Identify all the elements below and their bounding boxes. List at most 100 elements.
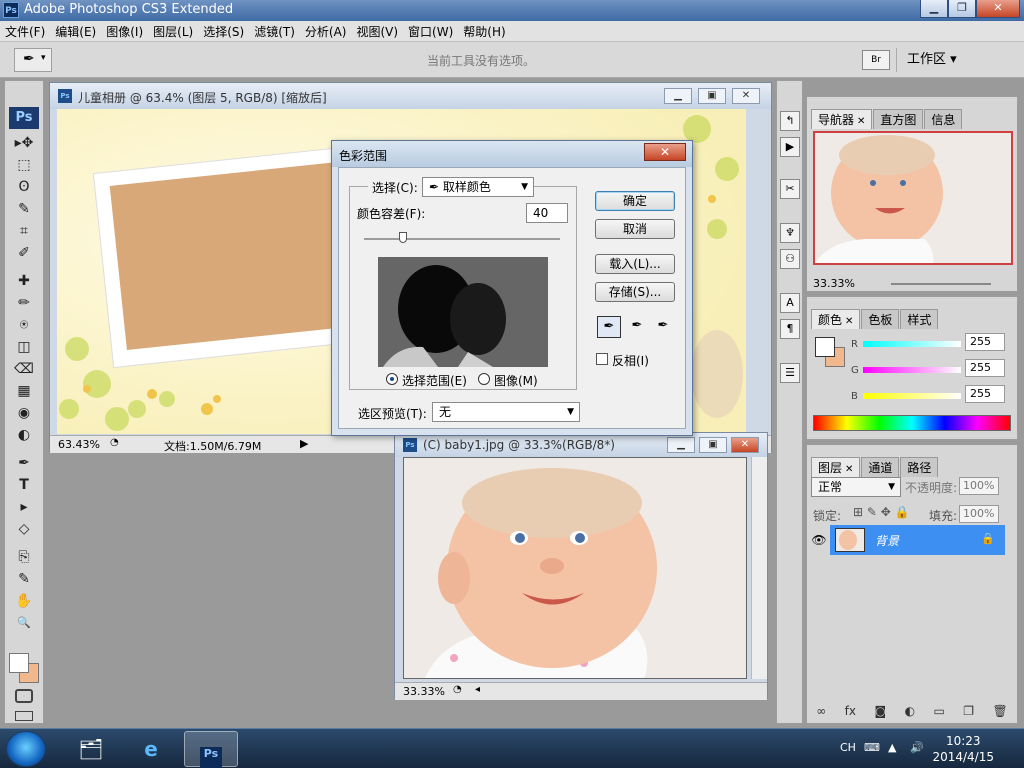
foreground-color-swatch[interactable] bbox=[9, 653, 29, 673]
radio-image[interactable] bbox=[478, 373, 490, 385]
radio-selection-label[interactable]: 选择范围(E) bbox=[402, 372, 467, 389]
menu-file[interactable]: 文件(F) bbox=[0, 23, 50, 40]
close-icon[interactable]: ✕ bbox=[857, 116, 865, 127]
menu-layer[interactable]: 图层(L) bbox=[148, 23, 198, 40]
close-icon[interactable]: ✕ bbox=[845, 464, 853, 475]
g-input[interactable]: 255 bbox=[965, 359, 1005, 377]
menu-analysis[interactable]: 分析(A) bbox=[300, 23, 352, 40]
menu-filter[interactable]: 滤镜(T) bbox=[249, 23, 300, 40]
type-tool-icon[interactable]: T bbox=[12, 475, 36, 495]
brushes-icon[interactable]: ♆ bbox=[780, 223, 800, 243]
g-slider[interactable] bbox=[863, 367, 961, 373]
r-slider[interactable] bbox=[863, 341, 961, 347]
color-spectrum[interactable] bbox=[813, 415, 1011, 431]
invert-checkbox[interactable] bbox=[596, 353, 608, 365]
tab-color[interactable]: 颜色 ✕ bbox=[811, 309, 861, 329]
fuzziness-slider-thumb[interactable] bbox=[399, 232, 408, 243]
eraser-tool-icon[interactable]: ⌫ bbox=[12, 359, 36, 379]
hand-tool-icon[interactable]: ✋ bbox=[12, 591, 36, 611]
mask-icon[interactable]: ◙ bbox=[874, 704, 886, 718]
b-slider[interactable] bbox=[863, 393, 961, 399]
tab-channels[interactable]: 通道 bbox=[861, 457, 900, 477]
doc-maximize-button[interactable]: ▣ bbox=[698, 88, 726, 104]
layer-name[interactable]: 背景 bbox=[875, 532, 899, 549]
load-button[interactable]: 载入(L)... bbox=[595, 254, 675, 274]
menu-image[interactable]: 图像(I) bbox=[101, 23, 148, 40]
history-brush-icon[interactable]: ◫ bbox=[12, 337, 36, 357]
zoom-level[interactable]: 33.33% bbox=[403, 685, 445, 698]
tab-navigator[interactable]: 导航器 ✕ bbox=[811, 109, 873, 129]
fuzziness-input[interactable]: 40 bbox=[526, 203, 568, 223]
menu-edit[interactable]: 编辑(E) bbox=[50, 23, 101, 40]
slice-tool-icon[interactable]: ✐ bbox=[12, 243, 36, 263]
dialog-close-button[interactable]: ✕ bbox=[644, 143, 686, 161]
play-arrow-icon[interactable]: ▶ bbox=[300, 437, 308, 450]
lock-icons[interactable]: ⊞ ✎ ✥ 🔒 bbox=[853, 505, 910, 519]
volume-icon[interactable]: 🔊 bbox=[910, 741, 924, 754]
tab-histogram[interactable]: 直方图 bbox=[873, 109, 924, 129]
start-button[interactable] bbox=[6, 731, 46, 767]
character-icon[interactable]: A bbox=[780, 293, 800, 313]
link-icon[interactable]: ∞ bbox=[816, 704, 826, 718]
status-menu-icon[interactable]: ◔ bbox=[453, 684, 462, 695]
trash-icon[interactable]: 🗑 bbox=[993, 704, 1008, 718]
status-menu-icon[interactable]: ◔ bbox=[110, 437, 119, 448]
system-clock[interactable]: 10:23 2014/4/15 bbox=[932, 733, 994, 765]
paragraph-icon[interactable]: ¶ bbox=[780, 319, 800, 339]
tab-paths[interactable]: 路径 bbox=[900, 457, 939, 477]
doc-maximize-button[interactable]: ▣ bbox=[699, 437, 727, 453]
tab-swatches[interactable]: 色板 bbox=[861, 309, 900, 329]
foreground-color-swatch[interactable] bbox=[815, 337, 835, 357]
close-icon[interactable]: ✕ bbox=[845, 316, 853, 327]
menu-help[interactable]: 帮助(H) bbox=[458, 23, 510, 40]
explorer-icon[interactable]: 🗂 bbox=[64, 731, 118, 767]
zoom-level[interactable]: 63.43% bbox=[58, 438, 100, 451]
select-dropdown[interactable]: ✒ 取样颜色 ▼ bbox=[422, 177, 534, 197]
invert-label[interactable]: 反相(I) bbox=[612, 352, 649, 369]
ime-indicator[interactable]: CH bbox=[840, 741, 856, 754]
navigator-zoom[interactable]: 33.33% bbox=[813, 277, 855, 290]
radio-image-label[interactable]: 图像(M) bbox=[494, 372, 538, 389]
blur-tool-icon[interactable]: ◉ bbox=[12, 403, 36, 423]
layer-comps-icon[interactable]: ☰ bbox=[780, 363, 800, 383]
tab-info[interactable]: 信息 bbox=[924, 109, 963, 129]
crop-tool-icon[interactable]: ⌗ bbox=[12, 221, 36, 241]
scroll-left-icon[interactable]: ◂ bbox=[475, 684, 480, 695]
adjustment-icon[interactable]: ◐ bbox=[905, 704, 915, 718]
fx-icon[interactable]: fx bbox=[845, 704, 856, 718]
clone-stamp-icon[interactable]: ⍟ bbox=[12, 315, 36, 335]
doc-minimize-button[interactable]: ▁ bbox=[667, 437, 695, 453]
tab-layers[interactable]: 图层 ✕ bbox=[811, 457, 861, 477]
eyedropper-tool-icon[interactable]: ✎ bbox=[12, 569, 36, 589]
save-button[interactable]: 存储(S)... bbox=[595, 282, 675, 302]
b-input[interactable]: 255 bbox=[965, 385, 1005, 403]
keyboard-icon[interactable]: ⌨ bbox=[864, 741, 880, 754]
dodge-tool-icon[interactable]: ◐ bbox=[12, 425, 36, 445]
r-input[interactable]: 255 bbox=[965, 333, 1005, 351]
doc-minimize-button[interactable]: ▁ bbox=[664, 88, 692, 104]
vertical-scrollbar[interactable] bbox=[751, 457, 767, 679]
menu-select[interactable]: 选择(S) bbox=[198, 23, 249, 40]
tab-styles[interactable]: 样式 bbox=[900, 309, 939, 329]
path-selection-icon[interactable]: ▸ bbox=[12, 497, 36, 517]
photoshop-taskbar-button[interactable]: Ps bbox=[184, 731, 238, 768]
lasso-tool-icon[interactable]: ʘ bbox=[12, 177, 36, 197]
ie-icon[interactable]: e bbox=[124, 731, 178, 767]
brush-tool-icon[interactable]: ✏ bbox=[12, 293, 36, 313]
workspace-menu[interactable]: 工作区 ▾ bbox=[896, 48, 966, 72]
doc-close-button[interactable]: ✕ bbox=[732, 88, 760, 104]
eyedropper-minus-icon[interactable]: ✒ bbox=[651, 316, 675, 338]
history-icon[interactable]: ↰ bbox=[780, 111, 800, 131]
network-icon[interactable]: ▲ bbox=[888, 741, 896, 754]
cancel-button[interactable]: 取消 bbox=[595, 219, 675, 239]
folder-icon[interactable]: ▭ bbox=[934, 704, 945, 718]
eyedropper-plus-icon[interactable]: ✒ bbox=[625, 316, 649, 338]
doc-close-button[interactable]: ✕ bbox=[731, 437, 759, 453]
restore-button[interactable]: ❐ bbox=[948, 0, 976, 18]
gradient-tool-icon[interactable]: ▦ bbox=[12, 381, 36, 401]
radio-selection[interactable] bbox=[386, 373, 398, 385]
shape-tool-icon[interactable]: ◇ bbox=[12, 519, 36, 539]
tool-presets-icon[interactable]: ✂ bbox=[780, 179, 800, 199]
menu-window[interactable]: 窗口(W) bbox=[403, 23, 458, 40]
baby-photo-canvas[interactable] bbox=[403, 457, 747, 679]
